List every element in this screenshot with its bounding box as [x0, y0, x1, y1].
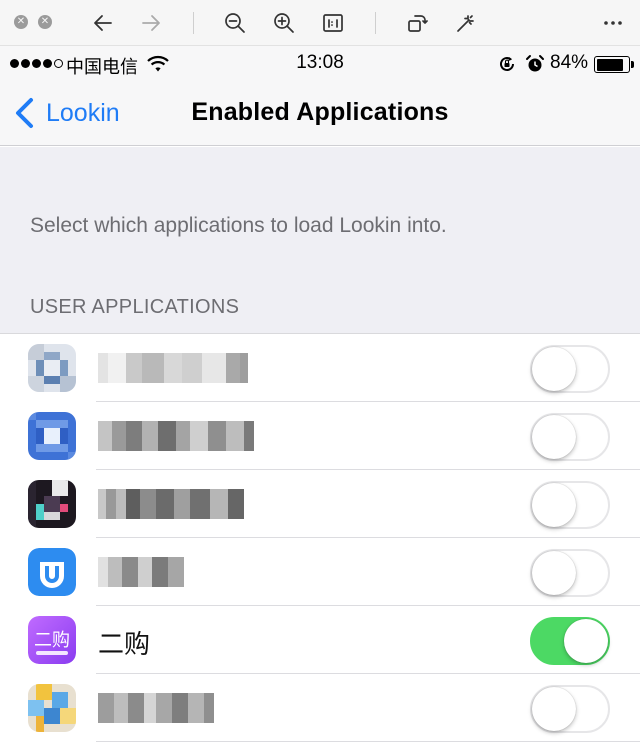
- navigation-bar: Lookin Enabled Applications: [0, 82, 640, 146]
- enable-toggle[interactable]: [530, 481, 610, 529]
- app-icon-label: 二购: [34, 630, 70, 651]
- list-item: [0, 402, 640, 470]
- app-icon: [28, 684, 76, 732]
- battery-icon: [594, 56, 630, 73]
- app-name-blurred: [98, 489, 244, 519]
- viewer-toolbar: ✕ ✕: [0, 0, 640, 46]
- app-name-blurred: [98, 421, 254, 451]
- toggle-knob: [532, 483, 576, 527]
- zoom-in-icon[interactable]: [271, 10, 297, 36]
- app-list: 二购 二购: [0, 333, 640, 742]
- list-item: [0, 334, 640, 402]
- list-item: [0, 674, 640, 742]
- magic-wand-icon[interactable]: [452, 10, 478, 36]
- toolbar-divider: [193, 12, 194, 34]
- app-name-blurred: [98, 353, 248, 383]
- forward-arrow-icon[interactable]: [138, 10, 164, 36]
- battery-percent: 84%: [550, 52, 589, 73]
- section-header: USER APPLICATIONS: [30, 296, 240, 318]
- actual-size-icon[interactable]: [320, 10, 346, 36]
- list-item: 二购 二购: [0, 606, 640, 674]
- enable-toggle[interactable]: [530, 549, 610, 597]
- rotate-icon[interactable]: [404, 10, 430, 36]
- app-icon: [28, 548, 76, 596]
- battery-tip: [631, 61, 634, 68]
- toggle-knob: [532, 347, 576, 391]
- page-title: Enabled Applications: [191, 98, 449, 126]
- zoom-out-icon[interactable]: [222, 10, 248, 36]
- toggle-knob: [532, 687, 576, 731]
- app-name-blurred: [98, 693, 214, 723]
- orientation-lock-icon: [500, 56, 514, 71]
- app-icon: [28, 480, 76, 528]
- toggle-knob: [532, 415, 576, 459]
- enable-toggle[interactable]: [530, 617, 610, 665]
- toggle-knob: [564, 619, 608, 663]
- description-text: Select which applications to load Lookin…: [30, 214, 447, 237]
- list-item: [0, 470, 640, 538]
- app-icon: [28, 344, 76, 392]
- minimize-dot-icon[interactable]: ✕: [38, 15, 52, 29]
- app-name-blurred: [98, 557, 184, 587]
- close-dot-icon[interactable]: ✕: [14, 15, 28, 29]
- toggle-knob: [532, 551, 576, 595]
- app-icon: [28, 412, 76, 460]
- back-arrow-icon[interactable]: [90, 10, 116, 36]
- status-bar: 中国电信 13:08 84%: [0, 46, 640, 82]
- toolbar-divider: [375, 12, 376, 34]
- enable-toggle[interactable]: [530, 413, 610, 461]
- list-item: [0, 538, 640, 606]
- app-icon: 二购: [28, 616, 76, 664]
- more-icon[interactable]: [600, 10, 626, 36]
- enable-toggle[interactable]: [530, 685, 610, 733]
- app-name: 二购: [98, 630, 151, 660]
- enable-toggle[interactable]: [530, 345, 610, 393]
- alarm-icon: [526, 55, 544, 72]
